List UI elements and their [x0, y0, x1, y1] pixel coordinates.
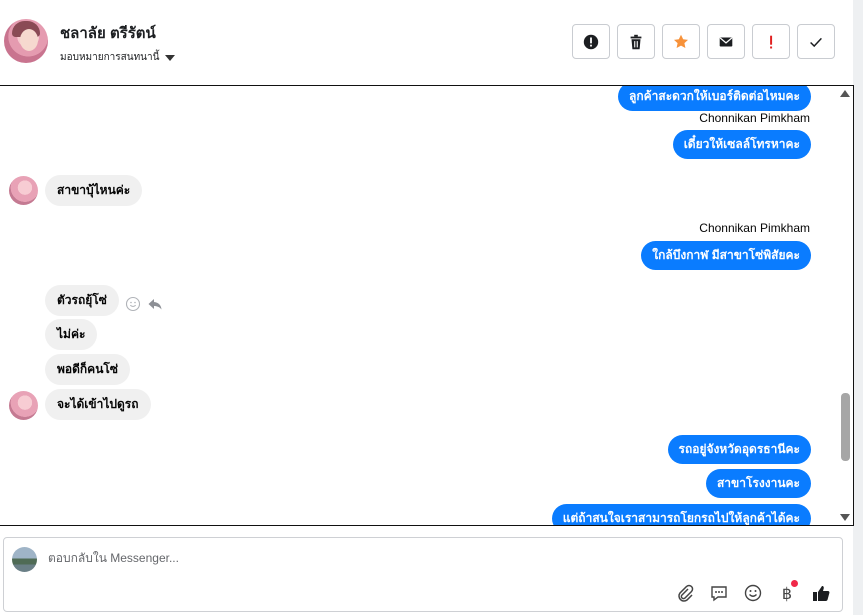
page-right-edge: [853, 0, 863, 615]
incoming-message[interactable]: สาขาบุ้ไหนค่ะ: [45, 175, 143, 206]
reply-icon[interactable]: [147, 296, 163, 312]
composer-toolbar: ฿: [674, 580, 832, 604]
contact-name[interactable]: ชลาลัย ตรีรัตน์: [60, 21, 156, 45]
reply-input[interactable]: [48, 551, 648, 565]
smiley-react-icon[interactable]: [125, 296, 141, 312]
message-thread[interactable]: ลูกค้าสะดวกให้เบอร์ติดต่อไหมคะ Chonnikan…: [0, 85, 854, 526]
reply-composer: ฿: [3, 537, 843, 612]
assign-conversation-dropdown[interactable]: มอบหมายการสนทนานี้: [60, 50, 176, 65]
envelope-icon: [719, 36, 733, 46]
thumbs-up-icon: [813, 586, 830, 601]
sender-name: Chonnikan Pimkham: [699, 221, 810, 235]
follow-up-button[interactable]: [752, 24, 790, 59]
conversation-actions: [572, 24, 835, 59]
contact-avatar[interactable]: [4, 19, 48, 63]
scrollbar-thumb[interactable]: [841, 393, 850, 461]
message-hover-actions: [125, 296, 163, 312]
chat-bubble-icon: [711, 586, 727, 602]
mark-unread-button[interactable]: [707, 24, 745, 59]
exclamation-circle-icon: [583, 34, 599, 49]
incoming-message[interactable]: จะได้เข้าไปดูรถ: [45, 389, 151, 420]
like-button[interactable]: [810, 582, 832, 604]
paperclip-icon: [678, 584, 694, 602]
page-avatar: [12, 547, 37, 572]
assign-label: มอบหมายการสนทนานี้: [60, 52, 160, 63]
scroll-up-arrow-icon[interactable]: [840, 90, 850, 97]
inbox-conversation-view: ชลาลัย ตรีรัตน์ มอบหมายการสนทนานี้ ลูกค้…: [0, 0, 863, 615]
report-spam-button[interactable]: [572, 24, 610, 59]
delete-button[interactable]: [617, 24, 655, 59]
outgoing-message[interactable]: เดี๋ยวให้เซลล์โทรหาคะ: [672, 130, 811, 159]
exclamation-icon: [770, 35, 773, 48]
outgoing-message[interactable]: ใกล้บึงกาฬ มีสาขาโซ่พิสัยคะ: [641, 241, 811, 270]
attach-button[interactable]: [674, 582, 696, 604]
saved-replies-button[interactable]: [708, 582, 730, 604]
mark-done-button[interactable]: [797, 24, 835, 59]
check-icon: [810, 37, 822, 47]
notification-dot: [791, 580, 798, 587]
incoming-message[interactable]: พอดีก็คนโซ่: [45, 354, 130, 385]
outgoing-message[interactable]: สาขาโรงงานคะ: [705, 469, 811, 498]
incoming-message[interactable]: ไม่ค่ะ: [45, 319, 98, 350]
contact-avatar-small[interactable]: [9, 176, 38, 205]
trash-icon: [630, 34, 642, 49]
emoji-button[interactable]: [742, 582, 764, 604]
star-icon: [673, 34, 689, 48]
smiley-icon: [744, 584, 762, 602]
conversation-header: ชลาลัย ตรีรัตน์ มอบหมายการสนทนานี้: [0, 0, 863, 85]
incoming-message[interactable]: ตัวรถยุ้โซ่: [45, 285, 119, 316]
star-button[interactable]: [662, 24, 700, 59]
contact-avatar-small[interactable]: [9, 391, 38, 420]
scroll-down-arrow-icon[interactable]: [840, 514, 850, 521]
scrollbar[interactable]: [838, 86, 853, 525]
payment-button[interactable]: ฿: [776, 580, 798, 604]
outgoing-message[interactable]: แต่ถ้าสนใจเราสามารถโยกรถไปให้ลูกค้าได้คะ: [551, 504, 811, 525]
baht-icon: ฿: [781, 583, 793, 603]
sender-name: Chonnikan Pimkham: [699, 111, 810, 125]
outgoing-message[interactable]: รถอยู่จังหวัดอุดรธานีคะ: [667, 435, 811, 464]
caret-down-icon: [165, 54, 176, 61]
outgoing-message[interactable]: ลูกค้าสะดวกให้เบอร์ติดต่อไหมคะ: [617, 86, 811, 111]
